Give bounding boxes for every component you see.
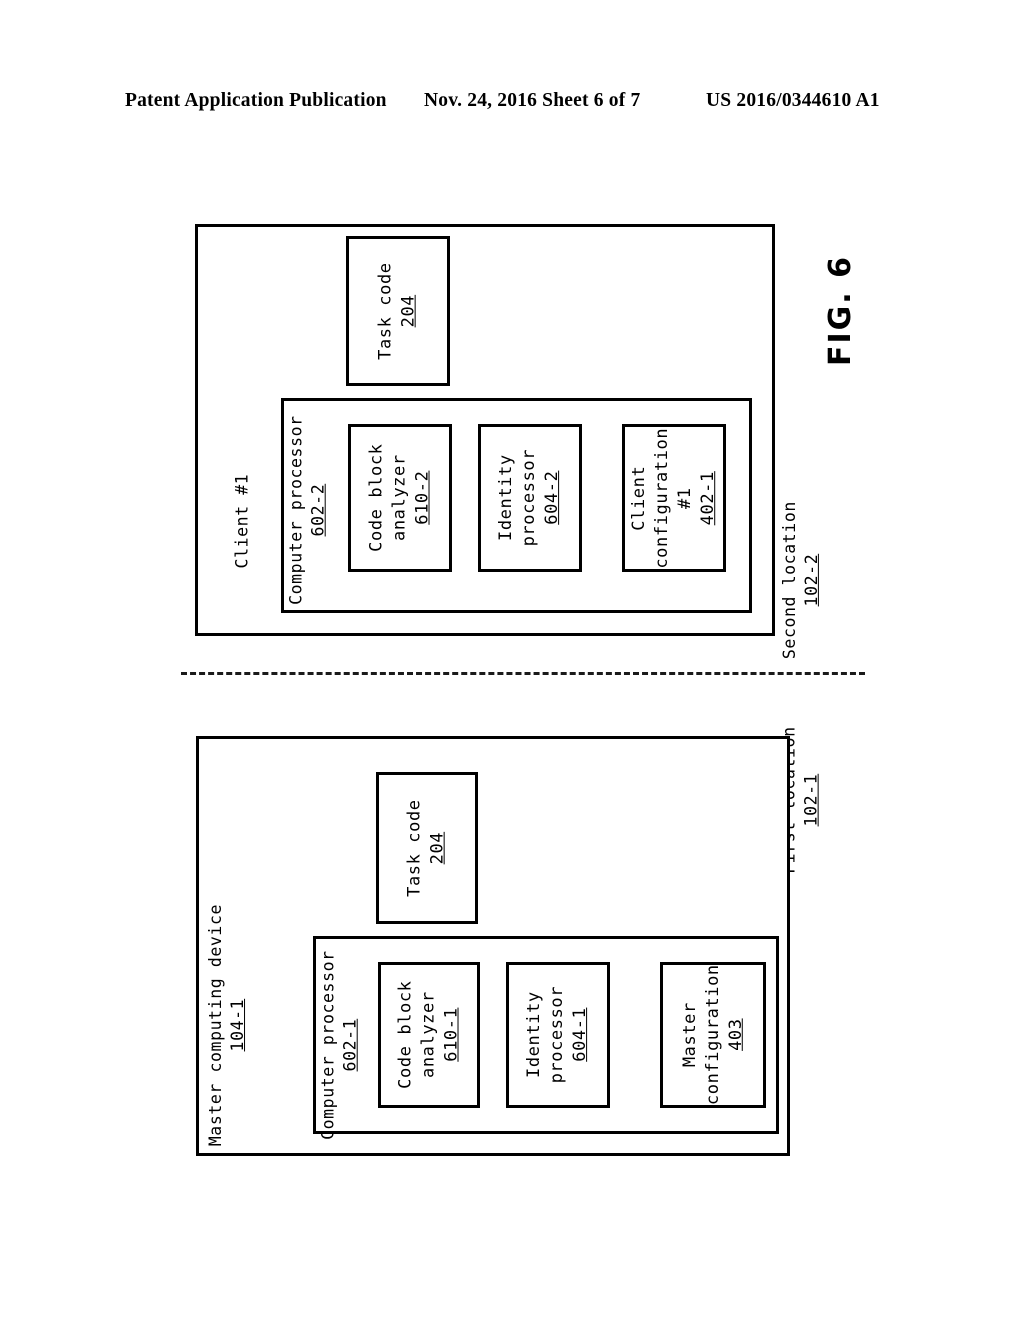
client-code-block-analyzer-label: Code block analyzer 610‑2 xyxy=(348,424,452,572)
second-location-label: Second location 102‑2 xyxy=(778,480,824,680)
master-device-title-ref: 104‑1 xyxy=(228,998,247,1052)
client-configuration-line2: configuration xyxy=(651,427,672,569)
client-code-block-analyzer-ref: 610‑2 xyxy=(412,470,433,526)
second-location-ref: 102‑2 xyxy=(802,553,822,607)
client-computer-processor-text: Computer processor xyxy=(286,415,306,605)
client-identity-processor-line1: Identity xyxy=(496,454,517,542)
location-divider xyxy=(181,672,865,675)
figure-number-label: FIG. 6 xyxy=(780,240,900,380)
client-identity-processor-line2: processor xyxy=(519,449,540,547)
master-computer-processor-text: Computer processor xyxy=(318,950,338,1140)
master-code-block-analyzer-ref: 610‑1 xyxy=(441,1007,462,1063)
master-configuration-line2: configuration xyxy=(702,964,723,1106)
client-code-block-analyzer-line1: Code block xyxy=(366,443,387,553)
master-computer-processor-label: Computer processor 602‑1 xyxy=(319,950,361,1140)
figure-number-text: FIG. 6 xyxy=(822,254,858,366)
client-task-code-label: Task code 204 xyxy=(346,236,450,386)
first-location-ref: 102‑1 xyxy=(802,773,822,827)
client-computer-processor-ref: 602‑2 xyxy=(309,483,329,537)
master-code-block-analyzer-label: Code block analyzer 610‑1 xyxy=(378,962,480,1108)
client-computer-processor-label: Computer processor 602‑2 xyxy=(287,415,329,605)
client-identity-processor-ref: 604‑2 xyxy=(542,470,563,526)
master-task-code-label: Task code 204 xyxy=(376,772,478,924)
master-device-title: Master computing device 104‑1 xyxy=(205,904,249,1146)
client-identity-processor-label: Identity processor 604‑2 xyxy=(478,424,582,572)
master-identity-processor-line2: processor xyxy=(547,986,568,1084)
client-configuration-line3: #1 xyxy=(675,487,696,509)
client-code-block-analyzer-line2: analyzer xyxy=(389,454,410,542)
master-configuration-label: Master configuration 403 xyxy=(660,962,766,1108)
master-device-title-text: Master computing device xyxy=(205,903,225,1147)
second-location-text: Second location xyxy=(779,500,799,660)
client-task-code-ref: 204 xyxy=(398,294,419,328)
master-task-code-text: Task code xyxy=(404,799,425,897)
client-task-code-text: Task code xyxy=(375,262,396,360)
master-identity-processor-ref: 604‑1 xyxy=(570,1007,591,1063)
master-task-code-ref: 204 xyxy=(427,831,448,865)
client-configuration-line1: Client xyxy=(628,465,649,531)
master-code-block-analyzer-line2: analyzer xyxy=(418,991,439,1079)
patent-figure: FIG. 6 Second location 102‑2 First locat… xyxy=(0,0,1024,1320)
master-identity-processor-line1: Identity xyxy=(524,991,545,1079)
master-computer-processor-ref: 602‑1 xyxy=(341,1018,361,1072)
master-configuration-line1: Master xyxy=(679,1002,700,1068)
master-configuration-ref: 403 xyxy=(725,1018,746,1052)
client-configuration-label: Client configuration #1 402‑1 xyxy=(622,424,726,572)
master-code-block-analyzer-line1: Code block xyxy=(395,980,416,1090)
client-configuration-ref: 402‑1 xyxy=(698,470,719,526)
client-device-title-text: Client #1 xyxy=(231,473,251,569)
master-identity-processor-label: Identity processor 604‑1 xyxy=(506,962,610,1108)
client-device-title: Client #1 xyxy=(222,436,262,606)
